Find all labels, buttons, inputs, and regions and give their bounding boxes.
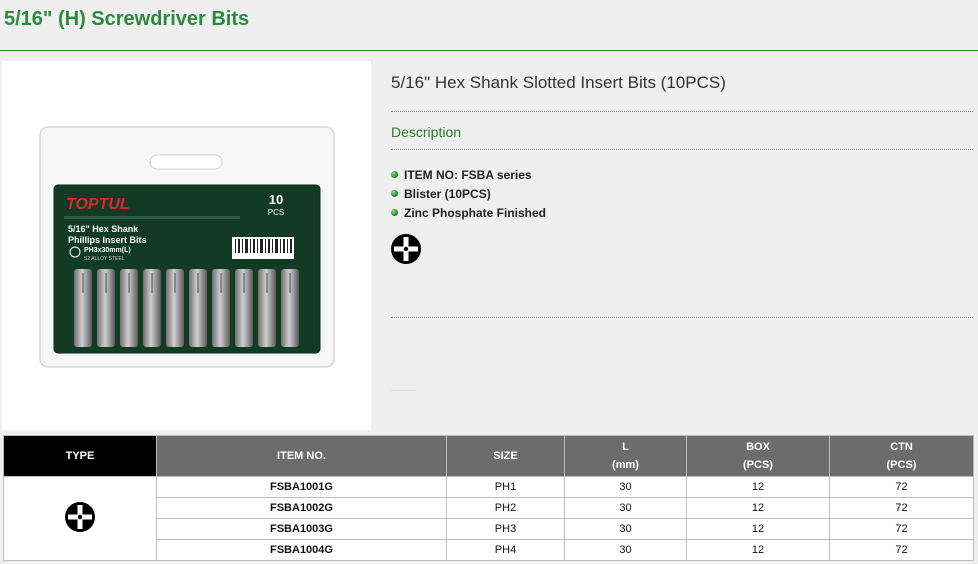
feature-item: ITEM NO: FSBA series xyxy=(391,165,546,184)
type-cell xyxy=(3,476,157,561)
title-divider xyxy=(0,50,978,51)
feature-item: Blister (10PCS) xyxy=(391,184,546,203)
page-title: 5/16" (H) Screwdriver Bits xyxy=(4,8,250,30)
col-size: SIZE xyxy=(446,435,565,477)
bullet-icon xyxy=(391,209,398,216)
cell-size: PH4 xyxy=(446,539,565,561)
description-heading: Description xyxy=(391,124,462,140)
cell-item-no: FSBA1004G xyxy=(156,539,447,561)
divider xyxy=(391,111,973,112)
divider xyxy=(391,390,416,391)
cell-item-no: FSBA1002G xyxy=(156,497,447,519)
col-ctn: CTN (PCS) xyxy=(829,435,974,477)
bullet-icon xyxy=(391,190,398,197)
feature-item: Zinc Phosphate Finished xyxy=(391,203,546,222)
brand-logo: TOPTUL xyxy=(66,196,130,213)
cell-ctn: 72 xyxy=(829,476,974,498)
phillips-cross-icon xyxy=(390,233,422,270)
cell-item-no: FSBA1001G xyxy=(156,476,447,498)
cell-box: 12 xyxy=(686,476,830,498)
cell-box: 12 xyxy=(686,497,830,519)
col-l: L (mm) xyxy=(564,435,687,477)
col-item-no: ITEM NO. xyxy=(156,435,447,477)
blister-pack-image: TOPTUL 10 PCS 5/16" Hex Shank Phillips I… xyxy=(39,126,335,368)
phillips-cross-icon xyxy=(65,502,95,532)
divider xyxy=(391,317,973,318)
product-image: TOPTUL 10 PCS 5/16" Hex Shank Phillips I… xyxy=(2,61,371,430)
pack-count-unit: PCS xyxy=(268,208,284,217)
cell-l: 30 xyxy=(564,518,687,540)
product-name: 5/16" Hex Shank Slotted Insert Bits (10P… xyxy=(391,73,726,92)
cell-box: 12 xyxy=(686,539,830,561)
pack-line2: Phillips Insert Bits xyxy=(68,235,147,245)
cell-ctn: 72 xyxy=(829,539,974,561)
spec-table: TYPE ITEM NO. SIZE L (mm) BOX (PCS) CTN (PC… xyxy=(3,435,974,561)
cell-size: PH2 xyxy=(446,497,565,519)
col-type: TYPE xyxy=(3,435,157,477)
pack-count: 10 xyxy=(269,192,283,207)
cell-ctn: 72 xyxy=(829,497,974,519)
cell-l: 30 xyxy=(564,476,687,498)
cell-ctn: 72 xyxy=(829,518,974,540)
col-box: BOX (PCS) xyxy=(686,435,830,477)
table-row: FSBA1001G PH1 30 12 72 xyxy=(3,476,974,561)
cell-size: PH3 xyxy=(446,518,565,540)
pack-material: S2 ALLOY STEEL xyxy=(84,256,125,262)
cell-l: 30 xyxy=(564,539,687,561)
cell-size: PH1 xyxy=(446,476,565,498)
divider xyxy=(391,149,973,150)
feature-list: ITEM NO: FSBA series Blister (10PCS) Zin… xyxy=(391,165,546,222)
table-header-row: TYPE ITEM NO. SIZE L (mm) BOX (PCS) CTN (PC… xyxy=(3,435,974,477)
bullet-icon xyxy=(391,171,398,178)
cell-box: 12 xyxy=(686,518,830,540)
cell-l: 30 xyxy=(564,497,687,519)
pack-line1: 5/16" Hex Shank xyxy=(68,224,139,234)
pack-spec: PH3x30mm(L) xyxy=(84,247,131,254)
cell-item-no: FSBA1003G xyxy=(156,518,447,540)
